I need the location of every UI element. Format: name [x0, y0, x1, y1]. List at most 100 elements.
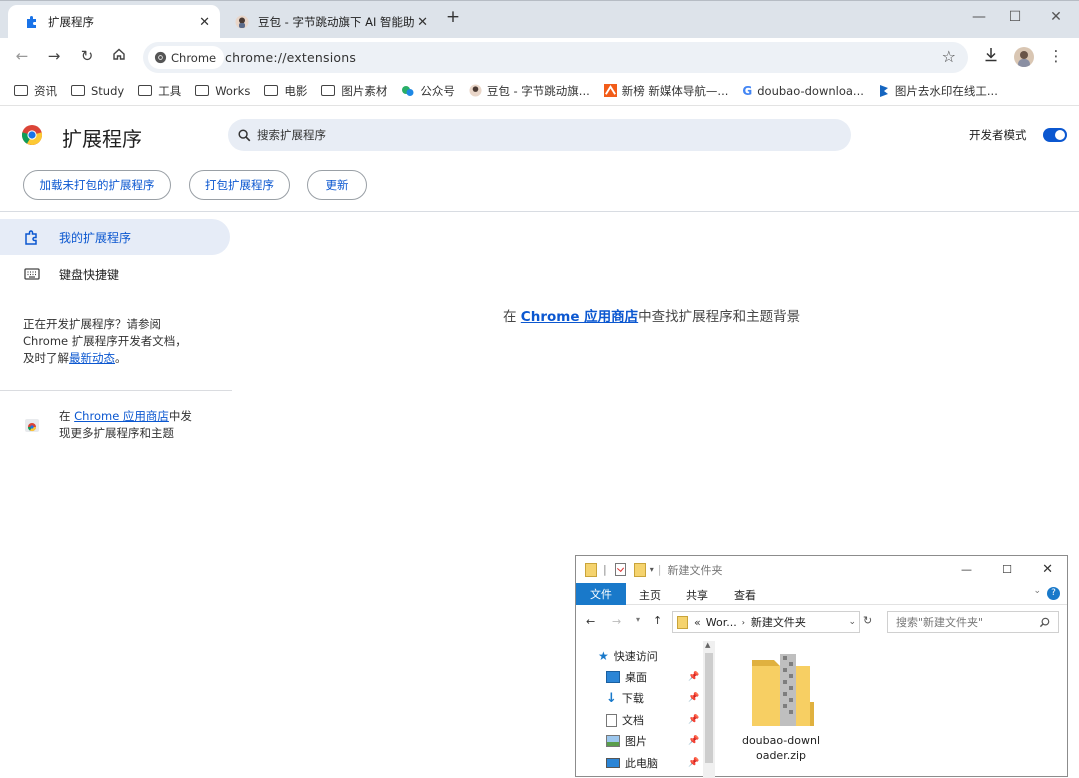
home-icon[interactable]: [109, 47, 129, 65]
ribbon-tab-view[interactable]: 查看: [734, 587, 756, 603]
bookmark-folder[interactable]: 图片素材: [321, 83, 387, 99]
star-icon: ★: [598, 649, 609, 663]
search-placeholder: 搜索扩展程序: [257, 128, 326, 142]
wechat-icon: [401, 84, 415, 98]
page-title: 扩展程序: [62, 127, 142, 151]
search-extensions-input[interactable]: 搜索扩展程序: [228, 119, 851, 151]
google-icon: G: [742, 83, 753, 98]
nav-downloads[interactable]: ↓ 下载: [606, 688, 701, 708]
zip-folder-icon: [750, 652, 814, 734]
explorer-close-button[interactable]: ✕: [1042, 562, 1053, 577]
webstore-link[interactable]: Chrome 应用商店: [521, 309, 638, 325]
doubao-avatar-icon: [234, 14, 250, 30]
bookmark-site-icon: [878, 84, 890, 98]
up-icon[interactable]: ↑: [653, 614, 662, 627]
new-tab-button[interactable]: +: [438, 7, 468, 27]
nav-pictures[interactable]: 图片: [606, 731, 701, 751]
explorer-minimize-button[interactable]: —: [961, 563, 972, 576]
bookmark-link[interactable]: 豆包 - 字节跳动旗...: [469, 83, 590, 99]
download-icon[interactable]: [981, 47, 1001, 66]
nav-desktop[interactable]: 桌面: [606, 667, 701, 687]
close-window-button[interactable]: ✕: [1041, 9, 1071, 25]
pack-extension-button[interactable]: 打包扩展程序: [189, 170, 290, 200]
help-icon[interactable]: ?: [1047, 587, 1060, 600]
keyboard-icon: [24, 268, 40, 280]
bookmarks-bar: 资讯 Study 工具 Works 电影 图片素材 公众号 豆包 - 字节跳动旗…: [0, 76, 1079, 106]
close-tab-icon[interactable]: ✕: [417, 15, 428, 30]
folder-icon: [14, 85, 28, 96]
new-folder-icon[interactable]: [633, 562, 646, 577]
pin-icon: 📌: [688, 715, 700, 725]
tab-doubao[interactable]: 豆包 - 字节跳动旗下 AI 智能助 ✕: [222, 5, 434, 39]
bookmark-folder[interactable]: Works: [195, 84, 250, 98]
explorer-maximize-button[interactable]: ☐: [1002, 563, 1012, 576]
developer-mode-label: 开发者模式: [969, 128, 1027, 142]
explorer-title: 新建文件夹: [667, 563, 723, 577]
file-explorer-window: | ▾ | 新建文件夹 — ☐ ✕ 文件 主页 共享 查看 ⌄ ? ← → ▾ …: [575, 555, 1068, 778]
newrank-icon: [603, 84, 617, 97]
folder-icon: [321, 85, 336, 96]
bookmark-folder[interactable]: 电影: [264, 83, 307, 99]
menu-icon[interactable]: ⋮: [1046, 47, 1066, 65]
forward-icon[interactable]: →: [44, 47, 64, 65]
bookmark-star-icon[interactable]: ☆: [942, 47, 956, 66]
sidebar-item-my-extensions[interactable]: 我的扩展程序: [0, 219, 230, 255]
address-bar[interactable]: Chrome chrome://extensions ☆: [143, 42, 968, 73]
back-icon[interactable]: ←: [12, 47, 32, 65]
minimize-button[interactable]: —: [964, 9, 994, 25]
explorer-path-bar[interactable]: « Wor... › 新建文件夹 ⌄: [672, 611, 860, 633]
pin-icon: 📌: [688, 758, 700, 768]
load-unpacked-button[interactable]: 加载未打包的扩展程序: [23, 170, 171, 200]
explorer-search-input[interactable]: 搜索"新建文件夹": [887, 611, 1059, 633]
path-segment[interactable]: Wor...: [706, 616, 737, 629]
bookmark-link[interactable]: 新榜 新媒体导航—...: [603, 83, 728, 99]
bookmark-folder[interactable]: 资讯: [14, 83, 57, 99]
pin-icon: 📌: [688, 736, 700, 746]
nav-documents[interactable]: 文档: [606, 710, 701, 730]
tab-title: 扩展程序: [48, 15, 94, 29]
ribbon-tab-file[interactable]: 文件: [576, 583, 626, 605]
back-icon[interactable]: ←: [586, 615, 595, 628]
sidebar-item-shortcuts[interactable]: 键盘快捷键: [0, 256, 230, 292]
bookmark-link[interactable]: 图片去水印在线工...: [878, 83, 998, 99]
bookmark-folder[interactable]: Study: [71, 84, 124, 98]
update-button[interactable]: 更新: [307, 170, 367, 200]
properties-icon[interactable]: [614, 563, 626, 576]
folder-icon: [677, 615, 688, 629]
quick-access-dropdown-icon[interactable]: ▾: [650, 565, 654, 574]
ribbon-tab-home[interactable]: 主页: [639, 587, 661, 603]
computer-icon: [606, 758, 620, 768]
ribbon-tab-share[interactable]: 共享: [686, 587, 708, 603]
forward-icon[interactable]: →: [612, 615, 621, 628]
scroll-up-icon[interactable]: ▲: [705, 641, 710, 649]
site-chip[interactable]: Chrome: [148, 46, 225, 69]
nav-quick-access[interactable]: ★ 快速访问: [598, 646, 693, 666]
search-icon: [238, 128, 251, 142]
maximize-button[interactable]: ☐: [1000, 9, 1030, 25]
explorer-address-row: ← → ▾ ↑ « Wor... › 新建文件夹 ⌄ ↻ 搜索"新建文件夹": [576, 609, 1067, 637]
reload-icon[interactable]: ↻: [77, 47, 97, 65]
webstore-info-text: 在 Chrome 应用商店中发 现更多扩展程序和主题: [59, 409, 192, 440]
bookmark-link[interactable]: G doubao-downloa...: [742, 84, 864, 98]
webstore-sidebar-link[interactable]: Chrome 应用商店: [74, 409, 169, 423]
sidebar-item-label: 我的扩展程序: [59, 230, 132, 245]
scrollbar-thumb[interactable]: [705, 653, 713, 763]
bookmark-folder[interactable]: 工具: [138, 83, 181, 99]
developer-info-text: 正在开发扩展程序？请参阅 Chrome 扩展程序开发者文档， 及时了解最新动态。: [23, 317, 187, 365]
bookmark-link[interactable]: 公众号: [401, 83, 455, 99]
refresh-icon[interactable]: ↻: [863, 614, 872, 627]
developer-mode-toggle[interactable]: [1043, 128, 1067, 142]
latest-news-link[interactable]: 最新动态: [69, 351, 115, 365]
tab-extensions[interactable]: 扩展程序 ✕: [8, 5, 220, 39]
profile-avatar[interactable]: [1014, 47, 1034, 67]
nav-this-pc[interactable]: 此电脑: [606, 753, 701, 773]
path-segment[interactable]: 新建文件夹: [751, 614, 806, 630]
file-item[interactable]: doubao-downl oader.zip: [736, 648, 826, 768]
folder-icon: [71, 85, 85, 96]
folder-icon: [138, 85, 153, 96]
close-tab-icon[interactable]: ✕: [199, 15, 210, 30]
chrome-icon: [154, 51, 167, 64]
ribbon-expand-icon[interactable]: ⌄: [1033, 586, 1041, 596]
path-dropdown-icon[interactable]: ⌄: [848, 617, 856, 627]
recent-dropdown-icon[interactable]: ▾: [636, 615, 640, 624]
